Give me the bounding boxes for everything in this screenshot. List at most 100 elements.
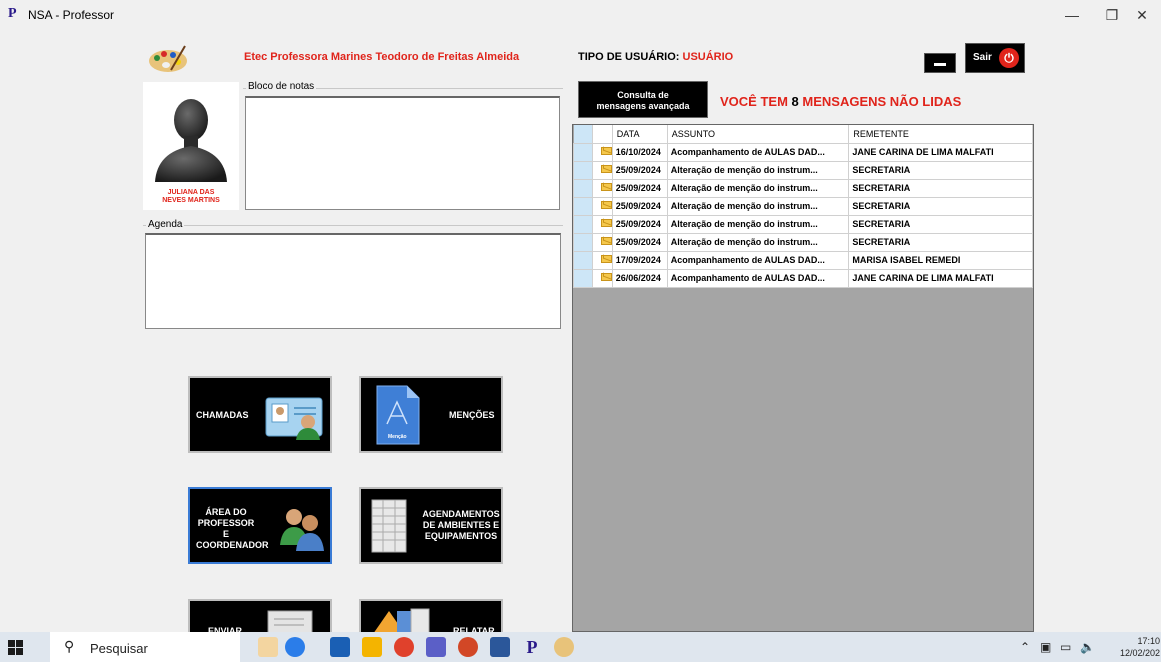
agenda-label: Agenda bbox=[146, 219, 185, 230]
taskbar: ⚲ Pesquisar P ⌃ ▣ ▭ 🔈 17:10 12/02/202 bbox=[0, 632, 1161, 662]
area-line1: ÁREA DO bbox=[205, 507, 247, 517]
row-subject: Alteração de menção do instrum... bbox=[666, 196, 850, 216]
area-professor-button[interactable]: ÁREA DO PROFESSOR E COORDENADOR bbox=[188, 487, 332, 564]
table-row[interactable]: 25/09/2024 Alteração de menção do instrum… bbox=[573, 160, 1033, 180]
row-date: 16/10/2024 bbox=[611, 142, 668, 162]
close-window-button[interactable]: ✕ bbox=[1122, 4, 1161, 26]
messages-table: DATA ASSUNTO REMETENTE 16/10/2024 Acompan… bbox=[573, 125, 1033, 288]
relatar-button[interactable]: RELATAR bbox=[359, 599, 503, 636]
users-icon bbox=[280, 509, 324, 551]
notes-textarea[interactable] bbox=[245, 96, 560, 210]
row-selector[interactable] bbox=[573, 178, 593, 198]
row-date: 25/09/2024 bbox=[611, 232, 668, 252]
mencoes-button[interactable]: Menção MENÇÕES bbox=[359, 376, 503, 453]
unread-suffix: MENSAGENS NÃO LIDAS bbox=[802, 94, 962, 109]
column-header-remetente[interactable]: REMETENTE bbox=[848, 125, 1033, 144]
row-envelope-cell bbox=[591, 142, 613, 162]
table-row[interactable]: 26/06/2024 Acompanhamento de AULAS DAD...… bbox=[573, 268, 1033, 288]
column-header-data[interactable]: DATA bbox=[612, 125, 668, 144]
row-date: 25/09/2024 bbox=[611, 160, 668, 180]
row-date: 26/06/2024 bbox=[611, 268, 668, 288]
row-date: 25/09/2024 bbox=[611, 196, 668, 216]
exit-label: Sair bbox=[973, 52, 992, 63]
paint-app-icon[interactable] bbox=[554, 637, 574, 657]
display-icon[interactable]: ▭ bbox=[1060, 640, 1071, 654]
agend-line3: EQUIPAMENTOS bbox=[424, 531, 498, 541]
messages-body: 16/10/2024 Acompanhamento de AULAS DAD...… bbox=[573, 142, 1033, 288]
windows-start-icon[interactable] bbox=[8, 640, 23, 655]
table-row[interactable]: 25/09/2024 Alteração de menção do instrum… bbox=[573, 232, 1033, 252]
search-icon: ⚲ bbox=[64, 638, 75, 654]
powerpoint-icon[interactable] bbox=[458, 637, 478, 657]
trello-app-icon[interactable] bbox=[330, 637, 350, 657]
area-line2: PROFESSOR E bbox=[197, 518, 255, 539]
agend-line1: AGENDAMENTOS bbox=[422, 509, 500, 519]
envelope-icon bbox=[600, 273, 612, 281]
row-subject: Alteração de menção do instrum... bbox=[666, 178, 850, 198]
report-icon bbox=[373, 608, 430, 634]
minimize-app-button[interactable] bbox=[924, 53, 956, 73]
clock-date: 12/02/202 bbox=[1120, 648, 1161, 658]
row-sender: MARISA ISABEL REMEDI bbox=[848, 250, 1033, 270]
envelope-icon bbox=[600, 201, 612, 209]
messages-grid[interactable]: DATA ASSUNTO REMETENTE 16/10/2024 Acompan… bbox=[572, 124, 1034, 632]
row-selector[interactable] bbox=[573, 250, 593, 270]
envelope-icon bbox=[600, 237, 612, 245]
row-sender: JANE CARINA DE LIMA MALFATI bbox=[848, 142, 1033, 162]
taskbar-search[interactable]: ⚲ Pesquisar bbox=[50, 632, 240, 662]
envelope-icon bbox=[600, 255, 612, 263]
row-selector[interactable] bbox=[573, 268, 593, 288]
nsa-app-icon[interactable]: P bbox=[522, 637, 542, 657]
table-row[interactable]: 16/10/2024 Acompanhamento de AULAS DAD...… bbox=[573, 142, 1033, 162]
window-title: NSA - Professor bbox=[28, 8, 115, 22]
row-selector[interactable] bbox=[573, 142, 593, 162]
table-row[interactable]: 17/09/2024 Acompanhamento de AULAS DAD...… bbox=[573, 250, 1033, 270]
search-placeholder: Pesquisar bbox=[90, 641, 148, 656]
advanced-message-search-button[interactable]: Consulta de mensagens avançada bbox=[578, 81, 708, 118]
consulta-line2: mensagens avançada bbox=[596, 101, 690, 111]
user-silhouette-icon bbox=[155, 99, 227, 182]
mencoes-label: MENÇÕES bbox=[449, 410, 495, 420]
file-explorer-icon[interactable] bbox=[362, 637, 382, 657]
agenda-textarea[interactable] bbox=[145, 233, 561, 329]
chevron-up-icon[interactable]: ⌃ bbox=[1020, 640, 1030, 654]
teams-icon[interactable] bbox=[426, 637, 446, 657]
palette-icon bbox=[149, 45, 187, 72]
chamadas-button[interactable]: CHAMADAS bbox=[188, 376, 332, 453]
row-subject: Alteração de menção do instrum... bbox=[666, 232, 850, 252]
people-app-icon[interactable] bbox=[285, 637, 305, 657]
row-envelope-cell bbox=[591, 178, 613, 198]
volume-icon[interactable]: 🔈 bbox=[1080, 640, 1095, 654]
row-selector[interactable] bbox=[573, 214, 593, 234]
row-envelope-cell bbox=[591, 214, 613, 234]
chrome-icon[interactable] bbox=[394, 637, 414, 657]
agendamentos-button[interactable]: AGENDAMENTOS DE AMBIENTES E EQUIPAMENTOS bbox=[359, 487, 503, 564]
enviar-button[interactable]: ENVIAR bbox=[188, 599, 332, 636]
network-icon[interactable]: ▣ bbox=[1040, 640, 1051, 654]
minimize-window-button[interactable]: — bbox=[1052, 4, 1092, 26]
user-type-label: TIPO DE USUÁRIO: bbox=[578, 51, 680, 63]
title-bar: P NSA - Professor — ❐ ✕ bbox=[0, 0, 1161, 30]
unread-prefix: VOCÊ TEM bbox=[720, 94, 788, 109]
row-envelope-cell bbox=[591, 250, 613, 270]
notes-label: Bloco de notas bbox=[246, 81, 317, 92]
table-row[interactable]: 25/09/2024 Alteração de menção do instrum… bbox=[573, 214, 1033, 234]
table-row[interactable]: 25/09/2024 Alteração de menção do instrum… bbox=[573, 196, 1033, 216]
row-sender: SECRETARIA bbox=[848, 160, 1033, 180]
table-row[interactable]: 25/09/2024 Alteração de menção do instrum… bbox=[573, 178, 1033, 198]
row-selector[interactable] bbox=[573, 232, 593, 252]
row-sender: SECRETARIA bbox=[848, 232, 1033, 252]
taskbar-clock[interactable]: 17:10 12/02/202 bbox=[1120, 635, 1160, 659]
envelope-icon bbox=[600, 219, 612, 227]
column-header-assunto[interactable]: ASSUNTO bbox=[667, 125, 850, 144]
row-envelope-cell bbox=[591, 160, 613, 180]
row-selector[interactable] bbox=[573, 196, 593, 216]
exit-button[interactable]: Sair ⏻ bbox=[965, 43, 1025, 73]
widgets-app-icon[interactable] bbox=[258, 637, 278, 657]
word-icon[interactable] bbox=[490, 637, 510, 657]
row-date: 25/09/2024 bbox=[611, 178, 668, 198]
row-date: 25/09/2024 bbox=[611, 214, 668, 234]
power-icon: ⏻ bbox=[999, 48, 1019, 68]
row-selector[interactable] bbox=[573, 160, 593, 180]
header-icon-col bbox=[592, 125, 613, 144]
